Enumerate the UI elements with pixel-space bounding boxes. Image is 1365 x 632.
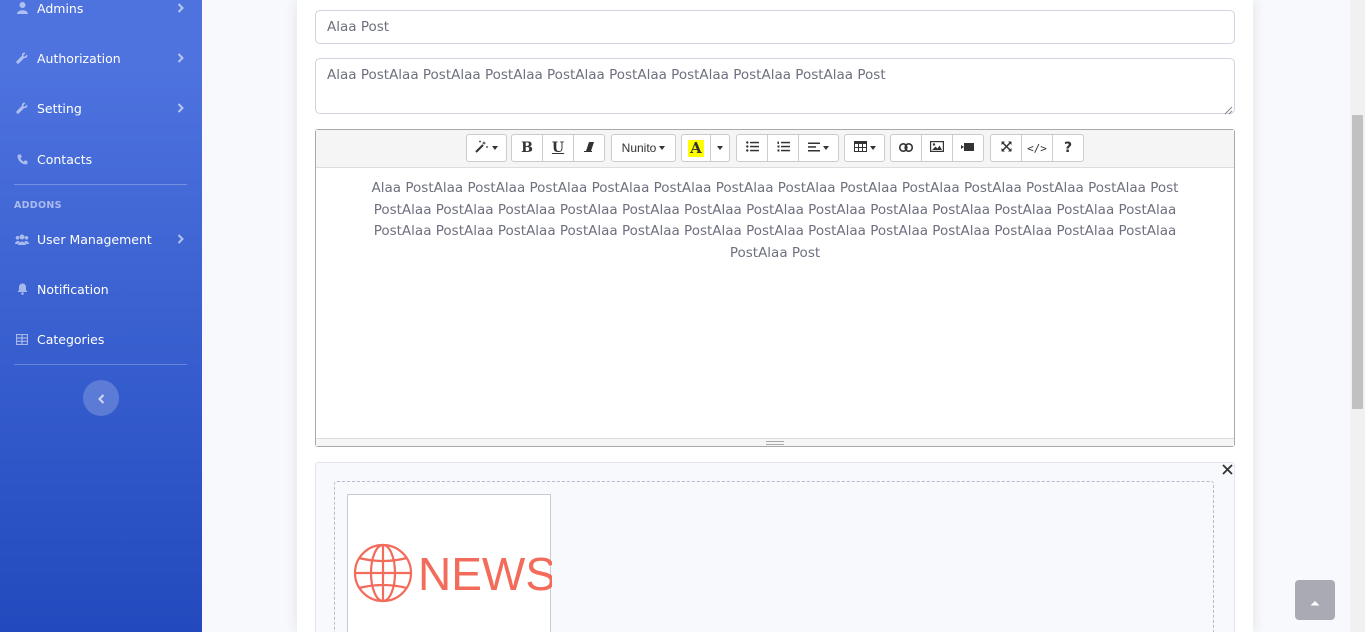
news-logo: NEWS — [353, 543, 556, 603]
sidebar-divider — [14, 184, 187, 185]
news-text: NEWS — [418, 548, 552, 600]
chevron-down-icon — [492, 146, 498, 150]
video-button[interactable] — [952, 134, 984, 162]
font-name-dropdown[interactable]: Nunito — [611, 134, 676, 162]
table-icon — [15, 332, 29, 346]
sidebar: Admins Authorization Setting Contacts AD… — [0, 0, 202, 632]
resize-grip-icon[interactable] — [1224, 103, 1233, 115]
chevron-left-icon — [97, 389, 105, 408]
close-button[interactable] — [1219, 461, 1235, 477]
align-dropdown-button[interactable] — [798, 134, 839, 162]
chevron-down-icon — [869, 146, 876, 150]
chevron-down-icon — [659, 146, 666, 150]
editor-content[interactable]: Alaa PostAlaa PostAlaa PostAlaa PostAlaa… — [316, 168, 1234, 438]
ordered-list-icon — [777, 141, 790, 155]
scrollbar-thumb[interactable] — [1352, 115, 1363, 409]
link-icon — [899, 141, 913, 155]
paragraph-group — [736, 134, 839, 162]
unordered-list-icon — [745, 141, 759, 155]
sidebar-item-label: Authorization — [37, 50, 121, 66]
sidebar-toggle-button[interactable] — [83, 380, 119, 416]
unordered-list-button[interactable] — [736, 134, 768, 162]
sidebar-item-user-management[interactable]: User Management — [0, 219, 202, 259]
align-icon — [808, 141, 820, 155]
picture-icon — [930, 141, 945, 155]
font-style-group: B U — [511, 134, 605, 162]
summary-text: Alaa PostAlaa PostAlaa PostAlaa PostAlaa… — [327, 67, 886, 83]
sidebar-item-label: Admins — [37, 0, 84, 16]
editor-text-line: PostAlaa Post — [729, 245, 821, 262]
help-button[interactable]: ? — [1052, 134, 1084, 162]
underline-button[interactable]: U — [542, 134, 574, 162]
chevron-up-icon — [1310, 591, 1320, 610]
bold-icon: B — [521, 140, 533, 156]
fullscreen-icon — [1000, 141, 1012, 155]
bell-icon — [15, 282, 29, 296]
chevron-right-icon — [175, 51, 185, 65]
close-icon — [1221, 460, 1233, 479]
wrench-icon — [15, 51, 29, 65]
sidebar-item-notification[interactable]: Notification — [0, 269, 202, 309]
resize-grip-icon — [766, 440, 784, 445]
user-icon — [15, 1, 29, 15]
sidebar-heading-addons: ADDONS — [14, 200, 62, 211]
color-dropdown-button[interactable] — [710, 134, 730, 162]
style-button[interactable] — [466, 134, 507, 162]
table-icon — [853, 141, 867, 155]
editor-text-line: PostAlaa PostAlaa PostAlaa PostAlaa Post… — [373, 201, 1177, 218]
font-name-group: Nunito — [611, 134, 676, 162]
chevron-down-icon — [717, 146, 723, 150]
chevron-right-icon — [175, 101, 185, 115]
eraser-icon — [583, 141, 595, 155]
magic-icon — [475, 140, 489, 156]
ordered-list-button[interactable] — [767, 134, 799, 162]
chevron-right-icon — [175, 232, 185, 246]
help-icon: ? — [1063, 140, 1073, 156]
scroll-to-top-button[interactable] — [1295, 580, 1335, 620]
style-group — [466, 134, 507, 162]
fullscreen-button[interactable] — [990, 134, 1022, 162]
table-button[interactable] — [844, 134, 885, 162]
sidebar-item-label: Notification — [37, 281, 109, 297]
code-view-icon: </> — [1027, 141, 1047, 155]
title-input[interactable]: Alaa Post — [315, 10, 1235, 44]
insert-group — [890, 134, 984, 162]
sidebar-item-label: User Management — [37, 231, 152, 247]
code-view-button[interactable]: </> — [1021, 134, 1053, 162]
rich-text-editor: B U Nunito A </> ? Alaa PostAlaa PostAla… — [315, 129, 1235, 447]
video-icon — [961, 141, 975, 155]
editor-resize-bar[interactable] — [316, 438, 1234, 446]
sidebar-item-admins[interactable]: Admins — [0, 0, 202, 28]
editor-toolbar: B U Nunito A </> ? — [316, 130, 1234, 168]
font-color-icon: A — [688, 138, 704, 157]
picture-button[interactable] — [921, 134, 953, 162]
editor-text-line: Alaa PostAlaa PostAlaa PostAlaa PostAlaa… — [371, 180, 1179, 196]
underline-icon: U — [551, 140, 565, 156]
phone-icon — [15, 152, 29, 166]
view-group: </> ? — [990, 134, 1084, 162]
bold-button[interactable]: B — [511, 134, 543, 162]
chevron-down-icon — [823, 146, 829, 150]
sidebar-item-contacts[interactable]: Contacts — [0, 139, 202, 179]
sidebar-item-label: Setting — [37, 100, 82, 116]
sidebar-item-setting[interactable]: Setting — [0, 88, 202, 128]
sidebar-divider — [14, 364, 187, 365]
users-icon — [15, 232, 29, 246]
editor-text-line: PostAlaa PostAlaa PostAlaa PostAlaa Post… — [373, 223, 1177, 240]
summary-textarea[interactable]: Alaa PostAlaa PostAlaa PostAlaa PostAlaa… — [315, 58, 1235, 115]
image-thumbnail[interactable]: NEWS — [347, 494, 556, 632]
table-group — [844, 134, 885, 162]
sidebar-item-categories[interactable]: Categories — [0, 319, 202, 359]
wrench-icon — [15, 101, 29, 115]
font-color-button[interactable]: A — [681, 134, 711, 162]
font-name-label: Nunito — [621, 141, 657, 155]
sidebar-item-label: Categories — [37, 331, 105, 347]
sidebar-item-label: Contacts — [37, 151, 93, 167]
link-button[interactable] — [890, 134, 922, 162]
clear-format-button[interactable] — [573, 134, 605, 162]
page-scrollbar[interactable] — [1350, 0, 1365, 632]
color-group: A — [681, 134, 730, 162]
chevron-right-icon — [175, 1, 185, 15]
sidebar-item-authorization[interactable]: Authorization — [0, 38, 202, 78]
